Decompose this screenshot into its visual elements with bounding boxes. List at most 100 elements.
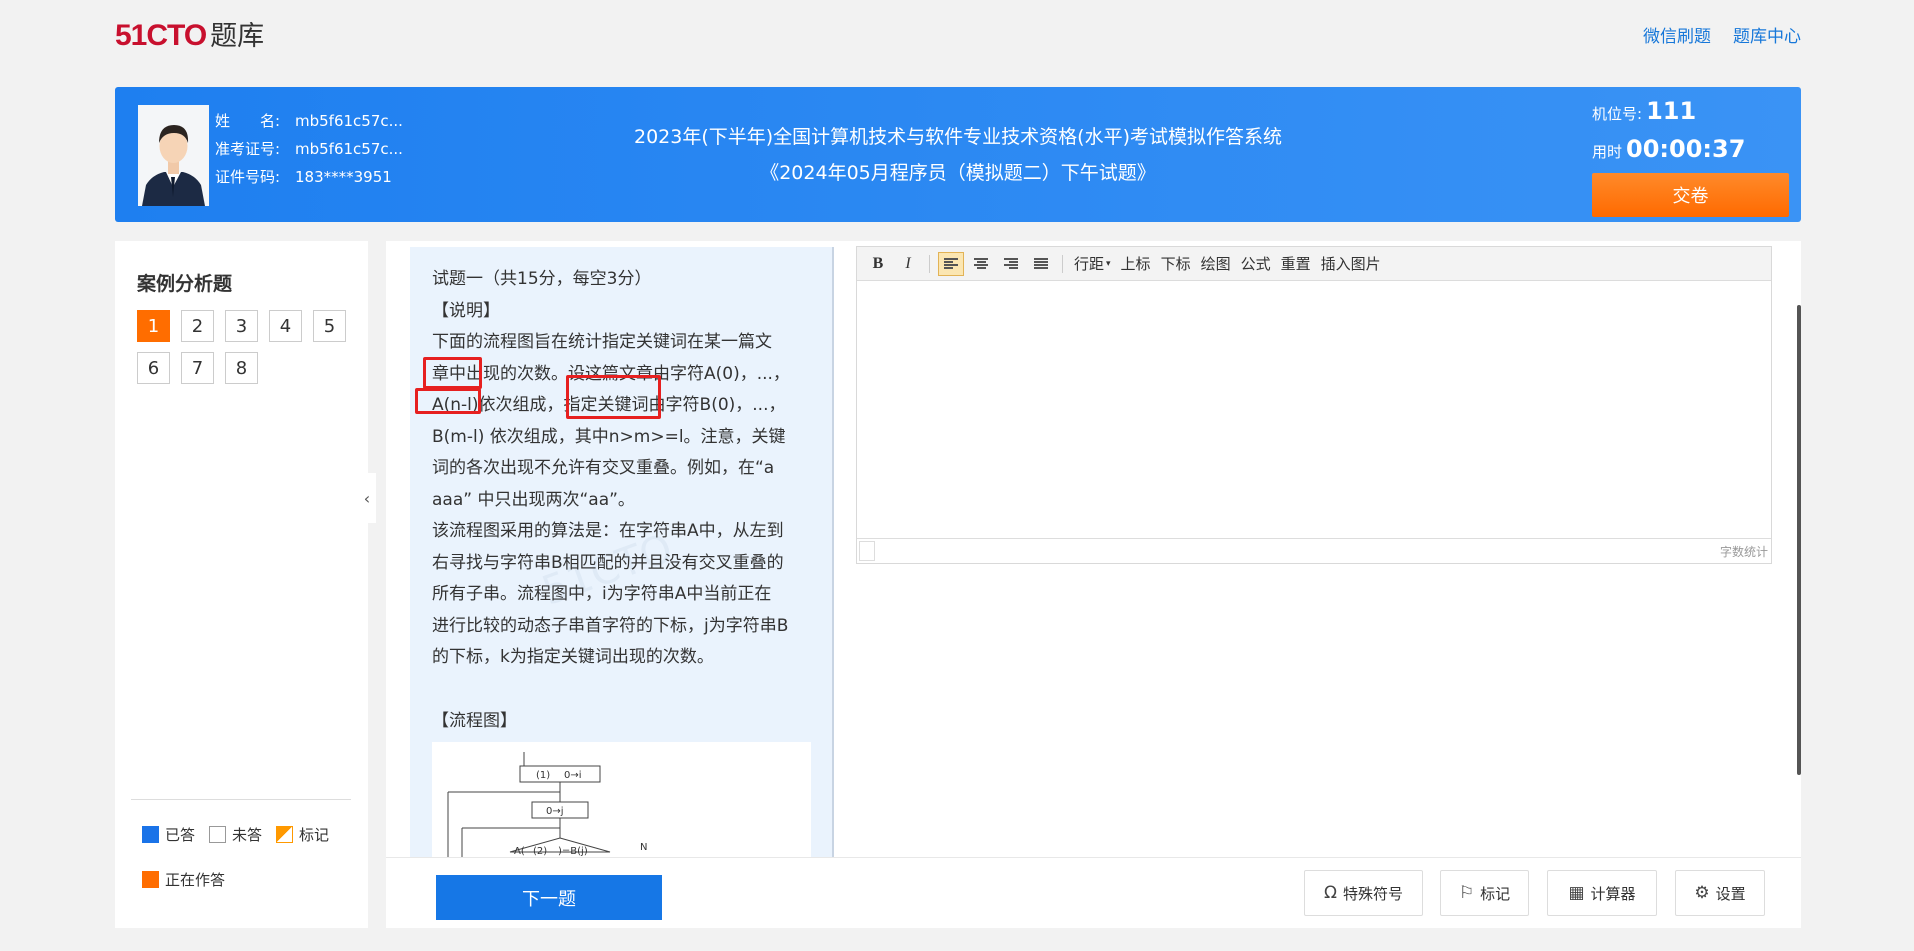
align-center-button[interactable] (968, 252, 994, 276)
timer-value: 00:00:37 (1626, 135, 1746, 163)
flow-label: 0→i (564, 770, 582, 781)
unanswered-swatch (209, 826, 227, 843)
special-chars-button[interactable]: Ω 特殊符号 (1304, 870, 1423, 916)
question-section-desc: 【说明】 (432, 300, 500, 321)
caret-down-icon: ▾ (1106, 258, 1111, 269)
flow-label: N (640, 842, 647, 853)
section-title: 案例分析题 (137, 273, 233, 295)
question-number-button[interactable]: 2 (181, 310, 214, 342)
question-line: 下面的流程图旨在统计指定关键词在某一篇文 (432, 332, 772, 352)
insert-image-button[interactable]: 插入图片 (1318, 252, 1384, 276)
resize-handle[interactable] (859, 541, 875, 561)
align-center-icon (974, 257, 988, 270)
question-line: 的下标，k为指定关键词出现的次数。 (432, 647, 714, 667)
submit-exam-button[interactable]: 交卷 (1592, 173, 1789, 217)
question-line: 右寻找与字符串B相匹配的并且没有交叉重叠的 (432, 552, 784, 573)
editor-toolbar: B I 行距 ▾ 上标 下标 绘图 公式 重置 插入图片 (857, 247, 1771, 281)
calculator-label: 计算器 (1590, 884, 1636, 903)
highlight-box (566, 375, 661, 419)
answer-textarea[interactable] (857, 282, 1771, 530)
logo-brand: 51CTO (115, 19, 207, 52)
question-text: 试题一（共15分，每空3分） 【说明】 下面的流程图旨在统计指定关键词在某一篇文… (432, 264, 822, 737)
align-left-button[interactable] (938, 251, 964, 276)
special-chars-label: 特殊符号 (1342, 884, 1403, 903)
bottom-action-bar: 下一题 Ω 特殊符号 ⚐ 标记 ▦ 计算器 ⚙ 设置 (386, 857, 1801, 928)
logo-sub: 题库 (210, 21, 265, 52)
word-count: 字数统计 (1719, 545, 1768, 559)
question-line: 进行比较的动态子串首字符的下标，j为字符串B (432, 615, 789, 636)
flow-label: (1) (536, 770, 550, 781)
top-bar: 51CTO 题库 微信刷题 题库中心 (0, 0, 1914, 70)
flowchart-title: 【流程图】 (432, 710, 517, 731)
seat-label: 机位号: (1592, 105, 1643, 123)
timer-label: 用时 (1592, 143, 1623, 161)
next-question-button[interactable]: 下一题 (436, 875, 662, 920)
mark-label: 标记 (1480, 884, 1511, 903)
logo[interactable]: 51CTO 题库 (115, 14, 265, 52)
question-line: 所有子串。流程图中，i为字符串A中当前正在 (432, 584, 772, 604)
exam-header: 姓 名: mb5f61c57c... 准考证号: mb5f61c57c... 证件号… (115, 87, 1801, 222)
flow-label: A( (514, 846, 525, 857)
question-line: aaa” 中只出现两次“aa”。 (432, 489, 635, 510)
legend-marked: 标记 (299, 826, 330, 844)
align-right-button[interactable] (998, 252, 1024, 276)
question-number-button[interactable]: 6 (137, 352, 170, 384)
question-number-button[interactable]: 3 (225, 310, 258, 342)
settings-button[interactable]: ⚙ 设置 (1675, 870, 1765, 916)
question-bank-link[interactable]: 题库中心 (1733, 22, 1801, 47)
calculator-icon: ▦ (1568, 883, 1585, 903)
align-right-icon (1004, 257, 1018, 270)
question-number-button[interactable]: 1 (137, 310, 170, 342)
line-spacing-dropdown[interactable]: 行距 ▾ (1071, 252, 1114, 276)
question-line: 该流程图采用的算法是：在字符串A中，从左到 (432, 521, 784, 541)
mark-button[interactable]: ⚐ 标记 (1440, 870, 1529, 916)
answer-editor: B I 行距 ▾ 上标 下标 绘图 公式 重置 插入图片 字数统计 (856, 246, 1772, 564)
exam-title: 2023年(下半年)全国计算机技术与软件专业技术资格(水平)考试模拟作答系统 《… (115, 119, 1801, 191)
wechat-practice-link[interactable]: 微信刷题 (1643, 22, 1711, 47)
marked-swatch (276, 826, 294, 843)
highlight-box (423, 357, 482, 389)
reset-button[interactable]: 重置 (1278, 252, 1314, 276)
answered-swatch (142, 826, 159, 843)
line-spacing-label: 行距 (1074, 255, 1105, 273)
subscript-button[interactable]: 下标 (1158, 252, 1194, 276)
flow-label: (2) (533, 846, 547, 857)
chevron-left-icon: ‹ (363, 488, 371, 508)
answer-area: 51CTO 试题一（共15分，每空3分） 【说明】 下面的流程图旨在统计指定关键… (386, 241, 1801, 928)
legend-current: 正在作答 (165, 871, 226, 889)
question-number-grid: 1 2 3 4 5 6 7 8 (137, 310, 357, 384)
question-line: 词的各次出现不允许有交叉重叠。例如，在“a (432, 458, 775, 478)
flag-icon: ⚐ (1458, 883, 1475, 903)
bold-button[interactable]: B (865, 252, 891, 276)
legend-answered: 已答 (165, 826, 196, 844)
flowchart-image: (1) 0→i 0→j A( (2) )=B(j) N (432, 742, 811, 857)
question-number-button[interactable]: 8 (225, 352, 258, 384)
superscript-button[interactable]: 上标 (1118, 252, 1154, 276)
settings-label: 设置 (1715, 884, 1746, 903)
question-stem[interactable]: 51CTO 试题一（共15分，每空3分） 【说明】 下面的流程图旨在统计指定关键… (410, 247, 834, 857)
question-line: B(m-l) 依次组成，其中n>m>=l。注意，关键 (432, 426, 786, 447)
question-number-button[interactable]: 7 (181, 352, 214, 384)
status-legend: 已答 未答 标记 正在作答 (142, 824, 329, 914)
question-number-button[interactable]: 4 (269, 310, 302, 342)
scrollbar[interactable] (1797, 305, 1801, 775)
draw-button[interactable]: 绘图 (1198, 252, 1234, 276)
align-justify-icon (1034, 257, 1048, 270)
top-links: 微信刷题 题库中心 (1643, 22, 1801, 47)
legend-unanswered: 未答 (232, 826, 263, 844)
editor-statusbar: 字数统计 (857, 538, 1771, 563)
legend-divider (131, 799, 351, 800)
question-navigator: 案例分析题 1 2 3 4 5 6 7 8 已答 未答 标记 正在作答 (115, 241, 368, 928)
formula-button[interactable]: 公式 (1238, 252, 1274, 276)
calculator-button[interactable]: ▦ 计算器 (1547, 870, 1657, 916)
gear-icon: ⚙ (1694, 883, 1710, 903)
current-swatch (142, 871, 159, 888)
highlight-box (415, 388, 481, 414)
align-left-icon (944, 257, 958, 270)
italic-button[interactable]: I (895, 252, 921, 276)
collapse-sidebar-toggle[interactable]: ‹ (358, 473, 376, 523)
exam-title-line1: 2023年(下半年)全国计算机技术与软件专业技术资格(水平)考试模拟作答系统 (633, 126, 1282, 148)
question-number-button[interactable]: 5 (313, 310, 346, 342)
exam-title-line2: 《2024年05月程序员（模拟题二）下午试题》 (760, 162, 1156, 184)
align-justify-button[interactable] (1028, 252, 1054, 276)
